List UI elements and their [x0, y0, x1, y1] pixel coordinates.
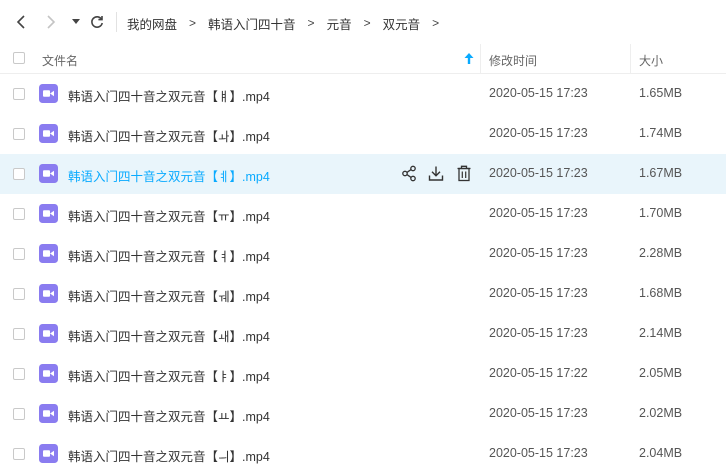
table-row[interactable]: 韩语入门四十音之双元音【ㅠ】.mp4 2020-05-15 17:23 1.70… [0, 194, 726, 234]
file-modified-time: 2020-05-15 17:22 [489, 366, 588, 380]
file-modified-time: 2020-05-15 17:23 [489, 246, 588, 260]
breadcrumb-item-root[interactable]: 我的网盘 [127, 14, 177, 33]
table-row[interactable]: 韩语入门四十音之双元音【ㅑ】.mp4 2020-05-15 17:22 2.05… [0, 354, 726, 394]
file-size: 2.02MB [639, 406, 683, 420]
file-name[interactable]: 韩语入门四十音之双元音【ㅠ】.mp4 [68, 206, 270, 225]
column-divider[interactable] [480, 44, 481, 73]
video-file-icon [39, 364, 58, 383]
column-header-name[interactable]: 文件名 [42, 52, 78, 69]
file-name[interactable]: 韩语入门四十音之双元音【ㅙ】.mp4 [68, 326, 270, 345]
video-file-icon [39, 444, 58, 463]
toolbar: 我的网盘 > 韩语入门四十音 > 元音 > 双元音 > [0, 0, 726, 44]
row-checkbox[interactable] [13, 288, 25, 300]
row-checkbox[interactable] [13, 448, 25, 460]
select-all-checkbox[interactable] [13, 52, 25, 64]
video-file-icon [39, 284, 58, 303]
row-checkbox[interactable] [13, 88, 25, 100]
file-name[interactable]: 韩语入门四十音之双元音【ㅘ】.mp4 [68, 126, 270, 145]
table-row[interactable]: 韩语入门四十音之双元音【ㅞ】.mp4 2020-05-15 17:23 1.68… [0, 274, 726, 314]
video-file-icon [39, 404, 58, 423]
breadcrumb-item-course[interactable]: 韩语入门四十音 [208, 14, 296, 33]
video-file-icon [39, 324, 58, 343]
file-modified-time: 2020-05-15 17:23 [489, 286, 588, 300]
file-modified-time: 2020-05-15 17:23 [489, 86, 588, 100]
file-modified-time: 2020-05-15 17:23 [489, 446, 588, 460]
table-row[interactable]: 韩语入门四十音之双元音【ㅛ】.mp4 2020-05-15 17:23 2.02… [0, 394, 726, 434]
file-size: 2.04MB [639, 446, 683, 460]
column-header-size[interactable]: 大小 [639, 52, 663, 69]
toolbar-divider [116, 12, 117, 32]
table-row[interactable]: 韩语入门四十音之双元音【ㅘ】.mp4 2020-05-15 17:23 1.74… [0, 114, 726, 154]
file-size: 1.74MB [639, 126, 683, 140]
history-dropdown-icon[interactable] [70, 13, 82, 31]
file-size: 1.65MB [639, 86, 683, 100]
column-header-time[interactable]: 修改时间 [489, 52, 537, 69]
file-name[interactable]: 韩语入门四十音之双元音【ㅛ】.mp4 [68, 406, 270, 425]
video-file-icon [39, 204, 58, 223]
breadcrumb-item-current[interactable]: 双元音 [383, 14, 421, 33]
file-name[interactable]: 韩语入门四十音之双元音【ㅞ】.mp4 [68, 286, 270, 305]
file-list-header: 文件名 修改时间 大小 [0, 44, 726, 74]
row-checkbox[interactable] [13, 168, 25, 180]
column-divider[interactable] [630, 44, 631, 73]
video-file-icon [39, 164, 58, 183]
delete-icon[interactable] [456, 165, 472, 182]
video-file-icon [39, 124, 58, 143]
row-checkbox[interactable] [13, 248, 25, 260]
breadcrumb-separator: > [307, 16, 315, 30]
row-checkbox[interactable] [13, 408, 25, 420]
file-size: 2.05MB [639, 366, 683, 380]
file-modified-time: 2020-05-15 17:23 [489, 166, 588, 180]
video-file-icon [39, 84, 58, 103]
back-icon[interactable] [12, 13, 30, 31]
table-row-hovered[interactable]: 韩语入门四十音之双元音【ㅖ】.mp4 2020-05-15 17:23 1.67… [0, 154, 726, 194]
row-checkbox[interactable] [13, 208, 25, 220]
file-size: 1.70MB [639, 206, 683, 220]
breadcrumb: 我的网盘 > 韩语入门四十音 > 元音 > 双元音 > [127, 14, 451, 32]
file-size: 1.67MB [639, 166, 683, 180]
breadcrumb-item-vowels[interactable]: 元音 [327, 14, 352, 33]
file-modified-time: 2020-05-15 17:23 [489, 206, 588, 220]
table-row[interactable]: 韩语入门四十音之双元音【ㅢ】.mp4 2020-05-15 17:23 2.04… [0, 434, 726, 474]
file-size: 1.68MB [639, 286, 683, 300]
file-name[interactable]: 韩语入门四十音之双元音【ㅑ】.mp4 [68, 366, 270, 385]
file-name[interactable]: 韩语入门四十音之双元音【ㅖ】.mp4 [68, 166, 270, 185]
file-name[interactable]: 韩语入门四十音之双元音【ㅢ】.mp4 [68, 446, 270, 465]
table-row[interactable]: 韩语入门四十音之双元音【ㅙ】.mp4 2020-05-15 17:23 2.14… [0, 314, 726, 354]
forward-icon[interactable] [42, 13, 60, 31]
file-name[interactable]: 韩语入门四十音之双元音【ㅒ】.mp4 [68, 86, 270, 105]
file-modified-time: 2020-05-15 17:23 [489, 326, 588, 340]
video-file-icon [39, 244, 58, 263]
breadcrumb-separator: > [189, 16, 197, 30]
breadcrumb-separator: > [363, 16, 371, 30]
table-row[interactable]: 韩语入门四十音之双元音【ㅒ】.mp4 2020-05-15 17:23 1.65… [0, 74, 726, 114]
row-checkbox[interactable] [13, 328, 25, 340]
sort-ascending-icon[interactable] [464, 53, 474, 65]
download-icon[interactable] [428, 165, 444, 182]
file-name[interactable]: 韩语入门四十音之双元音【ㅕ】.mp4 [68, 246, 270, 265]
file-modified-time: 2020-05-15 17:23 [489, 406, 588, 420]
breadcrumb-separator: > [432, 16, 440, 30]
refresh-icon[interactable] [88, 13, 106, 31]
file-size: 2.28MB [639, 246, 683, 260]
row-checkbox[interactable] [13, 368, 25, 380]
file-modified-time: 2020-05-15 17:23 [489, 126, 588, 140]
share-icon[interactable] [401, 165, 417, 182]
file-size: 2.14MB [639, 326, 683, 340]
table-row[interactable]: 韩语入门四十音之双元音【ㅕ】.mp4 2020-05-15 17:23 2.28… [0, 234, 726, 274]
row-checkbox[interactable] [13, 128, 25, 140]
